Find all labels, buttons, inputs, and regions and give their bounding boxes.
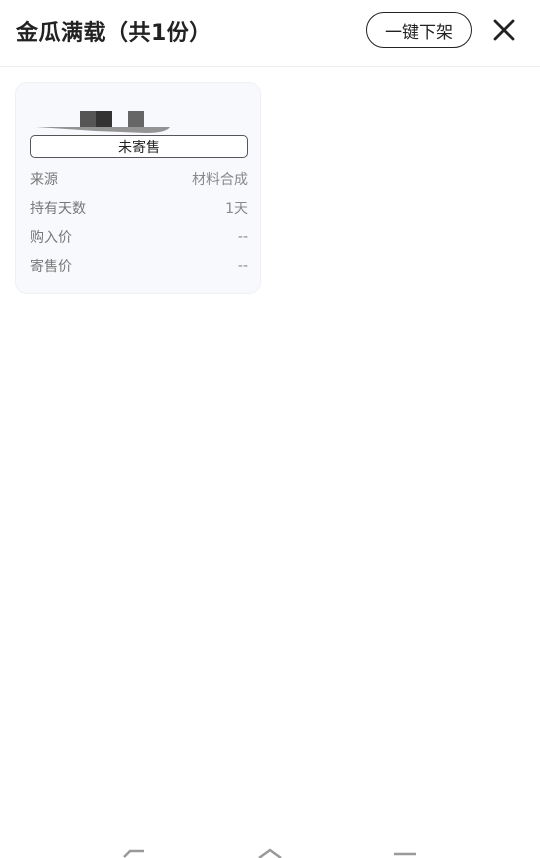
info-label: 购入价	[30, 230, 72, 246]
info-value: --	[237, 258, 248, 274]
unlist-all-button[interactable]: 一键下架	[366, 12, 472, 48]
info-row-days-held: 持有天数 1天	[30, 198, 248, 218]
page-title: 金瓜满载（共1份）	[16, 21, 212, 46]
info-label: 持有天数	[30, 201, 86, 217]
info-value: 材料合成	[192, 172, 248, 188]
info-value: 1天	[225, 201, 248, 217]
info-row-source: 来源 材料合成	[30, 169, 248, 189]
system-navbar	[0, 840, 540, 858]
close-icon	[493, 19, 515, 41]
close-button[interactable]	[488, 14, 520, 46]
info-value: --	[237, 229, 248, 245]
header: 金瓜满载（共1份） 一键下架	[0, 0, 540, 67]
info-row-buy-price: 购入价 --	[30, 227, 248, 247]
item-thumbnail	[36, 111, 170, 133]
item-card[interactable]: 未寄售 来源 材料合成 持有天数 1天 购入价 -- 寄售价 --	[15, 82, 261, 294]
status-badge: 未寄售	[30, 135, 248, 158]
info-label: 来源	[30, 172, 58, 188]
info-row-sell-price: 寄售价 --	[30, 256, 248, 276]
info-label: 寄售价	[30, 259, 72, 275]
